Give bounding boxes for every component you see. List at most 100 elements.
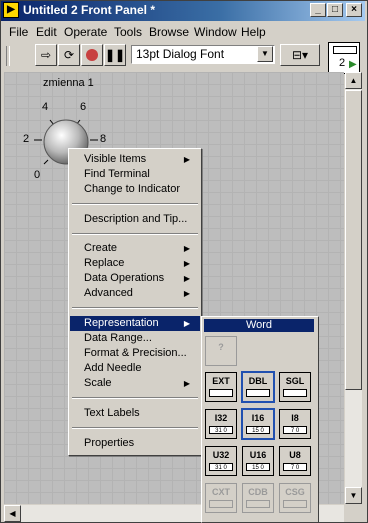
menu-item-description-and-tip[interactable]: Description and Tip... [70, 212, 200, 227]
menu-item-label: Format & Precision... [84, 347, 187, 359]
rep-bit-bar: 31 0 [209, 463, 233, 471]
menu-item-properties[interactable]: Properties [70, 436, 200, 451]
rep-label: ? [218, 342, 224, 352]
menu-item-create[interactable]: Create ▶ [70, 241, 200, 256]
window-title: Untitled 2 Front Panel * [23, 3, 156, 17]
rep-bit-bar: 15 0 [246, 426, 270, 434]
rep-label: EXT [212, 376, 230, 386]
menu-file[interactable]: File [9, 25, 28, 39]
rep-bit-bar [246, 500, 270, 508]
menu-item-label: Change to Indicator [84, 183, 181, 195]
vi-play-icon: ▶ [349, 59, 357, 70]
menu-separator [72, 203, 198, 205]
rep-label: CXT [212, 487, 230, 497]
abort-icon[interactable] [81, 44, 103, 66]
rep-ext-button[interactable]: EXT [205, 372, 237, 402]
menu-item-add-needle[interactable]: Add Needle [70, 361, 200, 376]
submenu-arrow-icon: ▶ [183, 274, 190, 283]
rep-bit-bar: 31 0 [209, 426, 233, 434]
run-arrow-icon[interactable]: ⇨ [35, 44, 57, 66]
rep-csg-button: CSG [279, 483, 311, 513]
rep-sgl-button[interactable]: SGL [279, 372, 311, 402]
chevron-down-icon[interactable]: ▼ [257, 46, 273, 62]
vertical-scroll-thumb[interactable] [345, 90, 362, 390]
submenu-arrow-icon: ▶ [183, 259, 190, 268]
rep-label: I32 [214, 413, 228, 423]
rep-label: CSG [285, 487, 305, 497]
rep-bit-bar [283, 500, 307, 508]
rep-bit-bar [209, 389, 233, 397]
rep-label: I16 [251, 413, 265, 423]
font-select[interactable]: 13pt Dialog Font [131, 45, 275, 64]
rep-i8-button[interactable]: I8 7 0 [279, 409, 311, 439]
rep-bit-bar: 15 0 [246, 463, 270, 471]
menu-item-advanced[interactable]: Advanced ▶ [70, 286, 200, 301]
menu-item-find-terminal[interactable]: Find Terminal [70, 167, 200, 182]
menu-item-label: Visible Items [84, 153, 147, 165]
menu-item-label: Find Terminal [84, 168, 150, 180]
menu-item-format-precision[interactable]: Format & Precision... [70, 346, 200, 361]
menu-separator [72, 307, 198, 309]
menu-item-label: Properties [84, 437, 135, 449]
minimize-button[interactable]: _ [310, 3, 326, 17]
rep-bit-bar [283, 389, 307, 397]
menu-edit[interactable]: Edit [36, 25, 57, 39]
vi-icon-number: 2 [339, 57, 346, 69]
toolbar-grip [6, 46, 10, 66]
scroll-down-icon[interactable]: ▼ [345, 487, 362, 504]
rep-label: I8 [291, 413, 299, 423]
menu-item-data-range[interactable]: Data Range... [70, 331, 200, 346]
menu-item-representation[interactable]: Representation ▶ [70, 316, 200, 331]
menu-item-change-to-indicator[interactable]: Change to Indicator [70, 182, 200, 197]
close-button[interactable]: × [346, 3, 362, 17]
labview-app-icon[interactable]: ▶ [3, 2, 19, 18]
menu-browse[interactable]: Browse [149, 25, 189, 39]
menu-item-data-operations[interactable]: Data Operations ▶ [70, 271, 200, 286]
align-objects-icon[interactable]: ⊟▾ [280, 44, 320, 66]
submenu-arrow-icon: ▶ [183, 379, 190, 388]
submenu-arrow-icon: ▶ [183, 244, 190, 253]
menu-separator [72, 397, 198, 399]
pause-icon[interactable]: ❚❚ [104, 44, 126, 66]
run-continuously-icon[interactable]: ⟳ [58, 44, 80, 66]
rep-bit-bar [246, 389, 270, 397]
menu-help[interactable]: Help [241, 25, 266, 39]
menu-item-label: Data Range... [84, 332, 152, 344]
menu-item-scale[interactable]: Scale ▶ [70, 376, 200, 391]
submenu-arrow-icon: ▶ [183, 155, 190, 164]
maximize-button[interactable]: □ [327, 3, 343, 17]
rep-label: CDB [248, 487, 268, 497]
scroll-up-icon[interactable]: ▲ [345, 72, 362, 89]
menu-window[interactable]: Window [194, 25, 237, 39]
menu-item-label: Create [84, 242, 118, 254]
knob-label: zmienna 1 [43, 77, 94, 89]
menu-item-label: Representation [84, 317, 159, 329]
rep-i32-button[interactable]: I32 31 0 [205, 409, 237, 439]
rep-i16-button[interactable]: I16 15 0 [241, 408, 275, 440]
rep-bit-bar: 7 0 [283, 426, 307, 434]
rep-u16-button[interactable]: U16 15 0 [242, 446, 274, 476]
menu-tools[interactable]: Tools [114, 25, 142, 39]
rep-label: U8 [289, 450, 301, 460]
menu-item-label: Replace [84, 257, 125, 269]
scroll-left-icon[interactable]: ◀ [4, 505, 21, 522]
menu-item-visible-items[interactable]: Visible Items ▶ [70, 152, 200, 167]
rep-bit-bar: 7 0 [283, 463, 307, 471]
menu-item-label: Add Needle [84, 362, 142, 374]
vi-icon-frame [333, 46, 357, 54]
rep-bit-bar [209, 500, 233, 508]
menu-item-label: Description and Tip... [84, 213, 188, 225]
vi-icon[interactable]: 2 ▶ [328, 42, 360, 74]
rep-u8-button[interactable]: U8 7 0 [279, 446, 311, 476]
menu-item-replace[interactable]: Replace ▶ [70, 256, 200, 271]
menu-separator [72, 427, 198, 429]
menu-item-text-labels[interactable]: Text Labels [70, 406, 200, 421]
rep-u32-button[interactable]: U32 31 0 [205, 446, 237, 476]
representation-title: Word [204, 319, 314, 332]
rep-label: DBL [248, 376, 268, 386]
rep-cdb-button: CDB [242, 483, 274, 513]
menu-separator [72, 233, 198, 235]
rep-label: SGL [285, 376, 305, 386]
rep-dbl-button[interactable]: DBL [241, 371, 275, 403]
menu-operate[interactable]: Operate [64, 25, 107, 39]
